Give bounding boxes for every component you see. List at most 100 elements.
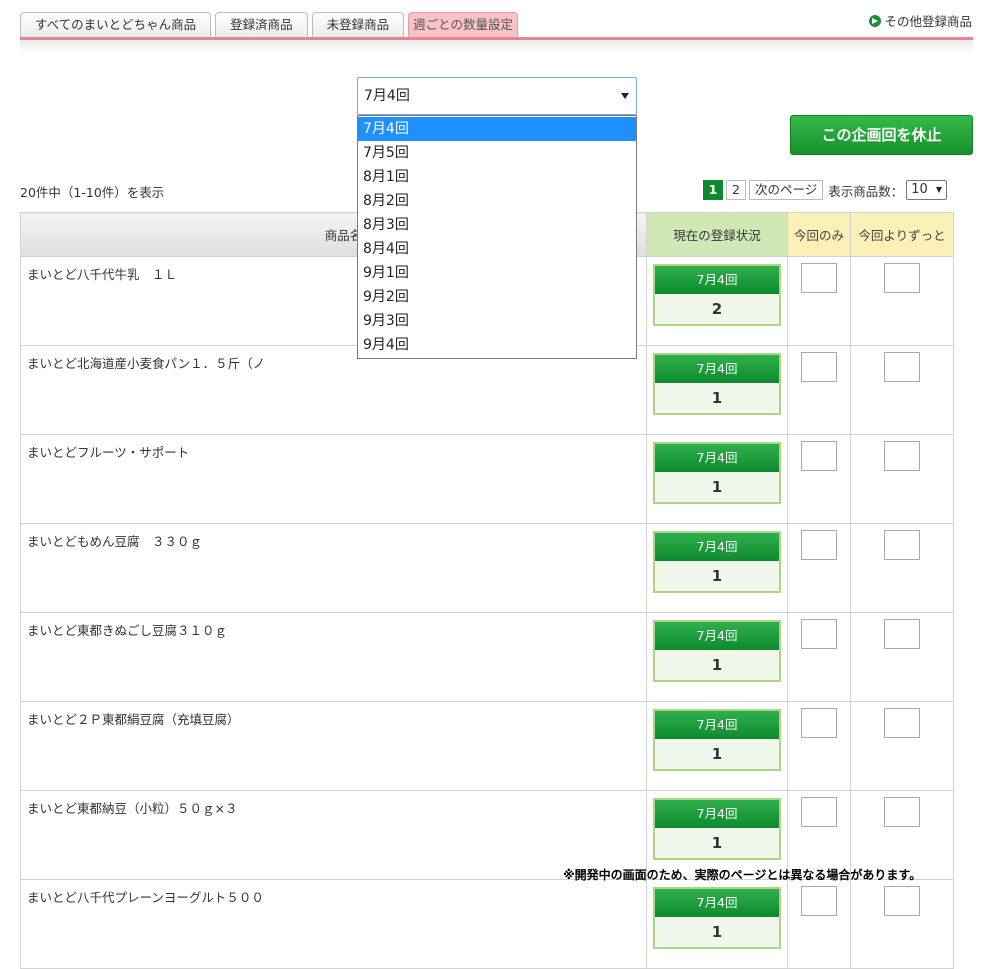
dev-notice: ※開発中の画面のため、実際のページとは異なる場合があります。 <box>563 868 922 882</box>
status-week: 7月4回 <box>655 711 779 739</box>
always-cell <box>850 612 954 702</box>
once-qty-input[interactable] <box>801 263 837 293</box>
status-box: 7月4回 1 <box>653 887 781 949</box>
status-week: 7月4回 <box>655 889 779 917</box>
always-cell <box>850 256 954 346</box>
tab-weekly-quantity[interactable]: 週ごとの数量設定 <box>408 12 519 37</box>
status-box: 7月4回 1 <box>653 709 781 771</box>
status-box: 7月4回 2 <box>653 264 781 326</box>
week-select-value: 7月4回 <box>364 88 410 104</box>
week-option[interactable]: 9月2回 <box>358 285 636 309</box>
once-qty-input[interactable] <box>801 708 837 738</box>
always-cell <box>850 523 954 613</box>
next-page-button[interactable]: 次のページ <box>749 180 824 200</box>
week-option[interactable]: 8月1回 <box>358 165 636 189</box>
always-cell <box>850 434 954 524</box>
once-cell <box>787 434 851 524</box>
status-box: 7月4回 1 <box>653 442 781 504</box>
status-cell: 7月4回 1 <box>646 345 788 435</box>
once-qty-input[interactable] <box>801 352 837 382</box>
once-cell <box>787 879 851 969</box>
other-registered-link[interactable]: その他登録商品 <box>869 11 972 30</box>
week-select[interactable]: 7月4回 <box>357 77 637 115</box>
always-qty-input[interactable] <box>884 708 920 738</box>
week-option[interactable]: 8月3回 <box>358 213 636 237</box>
status-cell: 7月4回 1 <box>646 701 788 791</box>
caret-down-icon <box>621 93 629 99</box>
per-page-select[interactable]: 10 <box>906 180 948 200</box>
week-option[interactable]: 8月4回 <box>358 237 636 261</box>
status-box: 7月4回 1 <box>653 531 781 593</box>
status-cell: 7月4回 1 <box>646 612 788 702</box>
status-qty: 2 <box>655 294 779 324</box>
product-name: まいとどフルーツ・サポート <box>20 434 647 524</box>
week-option[interactable]: 9月3回 <box>358 309 636 333</box>
caret-down-icon <box>936 187 943 193</box>
status-cell: 7月4回 1 <box>646 523 788 613</box>
tab-bar: すべてのまいとどちゃん商品 登録済商品 未登録商品 週ごとの数量設定 <box>20 12 519 37</box>
header-status: 現在の登録状況 <box>646 212 788 257</box>
week-option[interactable]: 9月1回 <box>358 261 636 285</box>
table-row: まいとどもめん豆腐 ３３０ｇ 7月4回 1 <box>20 523 954 613</box>
pagination: 1 2 次のページ 表示商品数： 10 <box>703 180 948 200</box>
status-qty: 1 <box>655 739 779 769</box>
once-qty-input[interactable] <box>801 797 837 827</box>
status-week: 7月4回 <box>655 266 779 294</box>
once-cell <box>787 701 851 791</box>
always-qty-input[interactable] <box>884 441 920 471</box>
pause-week-button[interactable]: この企画回を休止 <box>790 115 973 155</box>
always-cell <box>850 701 954 791</box>
other-registered-label: その他登録商品 <box>884 14 972 29</box>
product-name: まいとど東都きぬごし豆腐３１０ｇ <box>20 612 647 702</box>
once-qty-input[interactable] <box>801 441 837 471</box>
status-cell: 7月4回 1 <box>646 434 788 524</box>
always-qty-input[interactable] <box>884 886 920 916</box>
once-cell <box>787 345 851 435</box>
always-qty-input[interactable] <box>884 352 920 382</box>
status-week: 7月4回 <box>655 355 779 383</box>
product-name: まいとど八千代プレーンヨーグルト５００ <box>20 879 647 969</box>
always-cell <box>850 345 954 435</box>
page-1-button[interactable]: 1 <box>703 180 723 200</box>
table-row: まいとど東都きぬごし豆腐３１０ｇ 7月4回 1 <box>20 612 954 702</box>
header-always: 今回よりずっと <box>850 212 954 257</box>
status-week: 7月4回 <box>655 444 779 472</box>
per-page-value: 10 <box>911 182 928 197</box>
once-cell <box>787 612 851 702</box>
tab-shadow <box>20 40 973 54</box>
tab-unregistered[interactable]: 未登録商品 <box>311 12 405 37</box>
status-week: 7月4回 <box>655 622 779 650</box>
status-qty: 1 <box>655 472 779 502</box>
week-option[interactable]: 7月4回 <box>358 117 636 141</box>
status-qty: 1 <box>655 828 779 858</box>
status-box: 7月4回 1 <box>653 353 781 415</box>
always-qty-input[interactable] <box>884 263 920 293</box>
week-option[interactable]: 9月4回 <box>358 333 636 357</box>
week-dropdown-list: 7月4回 7月5回 8月1回 8月2回 8月3回 8月4回 9月1回 9月2回 … <box>357 115 637 359</box>
always-qty-input[interactable] <box>884 797 920 827</box>
once-cell <box>787 523 851 613</box>
header-once: 今回のみ <box>787 212 851 257</box>
week-option[interactable]: 8月2回 <box>358 189 636 213</box>
always-qty-input[interactable] <box>884 619 920 649</box>
page-2-button[interactable]: 2 <box>726 180 746 200</box>
once-cell <box>787 256 851 346</box>
status-week: 7月4回 <box>655 800 779 828</box>
always-qty-input[interactable] <box>884 530 920 560</box>
status-box: 7月4回 1 <box>653 798 781 860</box>
once-qty-input[interactable] <box>801 886 837 916</box>
status-box: 7月4回 1 <box>653 620 781 682</box>
tab-registered[interactable]: 登録済商品 <box>215 12 308 37</box>
status-qty: 1 <box>655 650 779 680</box>
table-row: まいとどフルーツ・サポート 7月4回 1 <box>20 434 954 524</box>
once-qty-input[interactable] <box>801 530 837 560</box>
status-cell: 7月4回 2 <box>646 256 788 346</box>
product-name: まいとど東都納豆（小粒）５０ｇ×３ <box>20 790 647 880</box>
status-qty: 1 <box>655 383 779 413</box>
always-cell <box>850 879 954 969</box>
tab-all-products[interactable]: すべてのまいとどちゃん商品 <box>20 12 212 37</box>
table-row: まいとど八千代プレーンヨーグルト５００ 7月4回 1 <box>20 879 954 969</box>
week-option[interactable]: 7月5回 <box>358 141 636 165</box>
once-qty-input[interactable] <box>801 619 837 649</box>
status-week: 7月4回 <box>655 533 779 561</box>
